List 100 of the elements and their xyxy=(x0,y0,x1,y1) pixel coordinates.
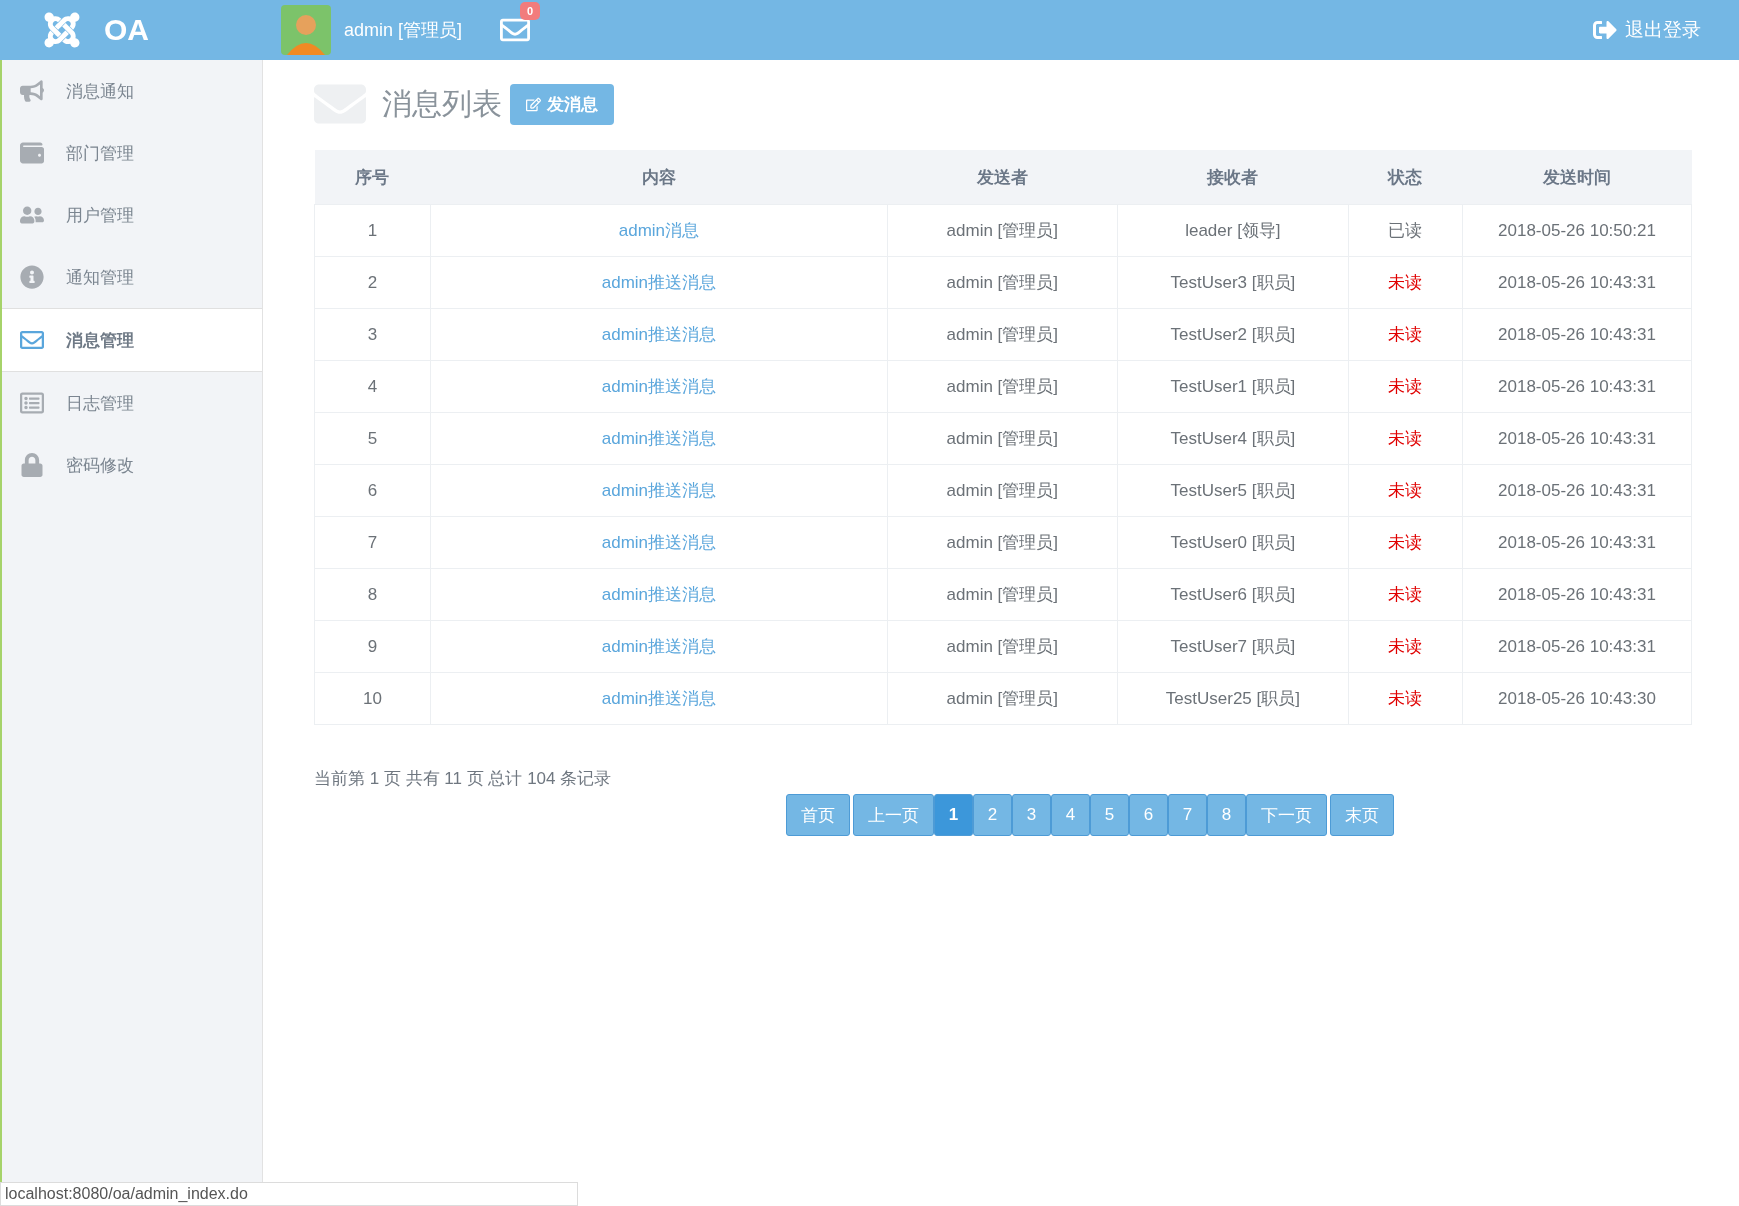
sidebar-item[interactable]: 消息通知 xyxy=(2,60,262,122)
status-cell: 未读 xyxy=(1348,516,1463,569)
megaphone-icon xyxy=(20,79,44,103)
column-header: 发送者 xyxy=(887,150,1118,205)
table-cell: TestUser2 [职员] xyxy=(1117,308,1349,361)
table-cell: 2018-05-26 10:43:31 xyxy=(1462,464,1692,517)
page-number-button[interactable]: 8 xyxy=(1207,794,1246,836)
table-cell: leader [领导] xyxy=(1117,204,1349,257)
status-cell: 未读 xyxy=(1348,464,1463,517)
table-cell: admin [管理员] xyxy=(887,620,1118,673)
message-link[interactable]: admin推送消息 xyxy=(430,256,888,309)
message-link[interactable]: admin推送消息 xyxy=(430,308,888,361)
table-cell: 2018-05-26 10:43:31 xyxy=(1462,256,1692,309)
table-cell: admin [管理员] xyxy=(887,672,1118,725)
page-number-button[interactable]: 4 xyxy=(1051,794,1090,836)
status-cell: 未读 xyxy=(1348,412,1463,465)
message-link[interactable]: admin推送消息 xyxy=(430,360,888,413)
next-page-button[interactable]: 下一页 xyxy=(1246,794,1327,836)
message-link[interactable]: admin消息 xyxy=(430,204,888,257)
mail-count-badge: 0 xyxy=(520,2,541,20)
table-cell: TestUser7 [职员] xyxy=(1117,620,1349,673)
sidebar-item[interactable]: 日志管理 xyxy=(2,372,262,434)
page-number-button[interactable]: 7 xyxy=(1168,794,1207,836)
lock-icon xyxy=(20,453,44,477)
table-cell: admin [管理员] xyxy=(887,568,1118,621)
table-cell: admin [管理员] xyxy=(887,516,1118,569)
column-header: 发送时间 xyxy=(1462,150,1692,205)
status-cell: 未读 xyxy=(1348,568,1463,621)
message-link[interactable]: admin推送消息 xyxy=(430,412,888,465)
table-cell: 2018-05-26 10:43:30 xyxy=(1462,672,1692,725)
page-summary: 当前第 1 页 共有 11 页 总计 104 条记录 xyxy=(314,768,613,790)
message-link[interactable]: admin推送消息 xyxy=(430,620,888,673)
app-logo-text: OA xyxy=(104,13,149,47)
wallet-icon xyxy=(20,141,44,165)
message-link[interactable]: admin推送消息 xyxy=(430,516,888,569)
page-number-button[interactable]: 3 xyxy=(1012,794,1051,836)
table-cell: 2018-05-26 10:43:31 xyxy=(1462,516,1692,569)
table-cell: 6 xyxy=(314,464,431,517)
status-url: localhost:8080/oa/admin_index.do xyxy=(0,1182,578,1206)
status-cell: 未读 xyxy=(1348,620,1463,673)
info-icon xyxy=(20,265,44,289)
table-cell: TestUser4 [职员] xyxy=(1117,412,1349,465)
table-cell: admin [管理员] xyxy=(887,360,1118,413)
page-number-button[interactable]: 6 xyxy=(1129,794,1168,836)
table-cell: TestUser5 [职员] xyxy=(1117,464,1349,517)
table-cell: admin [管理员] xyxy=(887,256,1118,309)
first-page-button[interactable]: 首页 xyxy=(786,794,850,836)
table-cell: TestUser0 [职员] xyxy=(1117,516,1349,569)
column-header: 内容 xyxy=(430,150,888,205)
sidebar-item[interactable]: 用户管理 xyxy=(2,184,262,246)
table-cell: admin [管理员] xyxy=(887,308,1118,361)
message-link[interactable]: admin推送消息 xyxy=(430,568,888,621)
table-cell: 3 xyxy=(314,308,431,361)
page-number-button[interactable]: 2 xyxy=(973,794,1012,836)
table-cell: 1 xyxy=(314,204,431,257)
user-name: admin [管理员] xyxy=(344,19,463,42)
logo-icon xyxy=(42,10,82,50)
table-cell: admin [管理员] xyxy=(887,412,1118,465)
sidebar-item[interactable]: 消息管理 xyxy=(2,308,262,372)
table-cell: 2018-05-26 10:43:31 xyxy=(1462,620,1692,673)
status-cell: 未读 xyxy=(1348,308,1463,361)
status-cell: 已读 xyxy=(1348,204,1463,257)
edit-icon xyxy=(526,96,541,112)
status-cell: 未读 xyxy=(1348,256,1463,309)
page-title: 消息列表 xyxy=(382,85,502,122)
table-cell: 2 xyxy=(314,256,431,309)
table-cell: 7 xyxy=(314,516,431,569)
new-message-button[interactable]: 发消息 xyxy=(510,83,614,125)
logout-icon xyxy=(1593,18,1617,42)
sidebar-item[interactable]: 通知管理 xyxy=(2,246,262,308)
last-page-button[interactable]: 末页 xyxy=(1330,794,1394,836)
table-cell: admin [管理员] xyxy=(887,204,1118,257)
status-cell: 未读 xyxy=(1348,360,1463,413)
envelope-icon xyxy=(20,328,44,352)
table-cell: 4 xyxy=(314,360,431,413)
status-cell: 未读 xyxy=(1348,672,1463,725)
page-number-button[interactable]: 1 xyxy=(934,794,973,836)
sidebar-item[interactable]: 部门管理 xyxy=(2,122,262,184)
table-cell: 2018-05-26 10:43:31 xyxy=(1462,412,1692,465)
page-number-button[interactable]: 5 xyxy=(1090,794,1129,836)
table-cell: TestUser25 [职员] xyxy=(1117,672,1349,725)
avatar xyxy=(281,5,331,55)
table-cell: admin [管理员] xyxy=(887,464,1118,517)
table-cell: 9 xyxy=(314,620,431,673)
table-cell: TestUser3 [职员] xyxy=(1117,256,1349,309)
table-cell: TestUser6 [职员] xyxy=(1117,568,1349,621)
table-cell: 8 xyxy=(314,568,431,621)
column-header: 接收者 xyxy=(1117,150,1349,205)
logout-link[interactable]: 退出登录 xyxy=(1593,17,1701,43)
table-cell: 5 xyxy=(314,412,431,465)
table-cell: TestUser1 [职员] xyxy=(1117,360,1349,413)
column-header: 状态 xyxy=(1348,150,1463,205)
table-cell: 2018-05-26 10:43:31 xyxy=(1462,360,1692,413)
list-icon xyxy=(20,391,44,415)
prev-page-button[interactable]: 上一页 xyxy=(853,794,934,836)
table-cell: 2018-05-26 10:43:31 xyxy=(1462,568,1692,621)
column-header: 序号 xyxy=(314,150,431,205)
message-link[interactable]: admin推送消息 xyxy=(430,672,888,725)
message-link[interactable]: admin推送消息 xyxy=(430,464,888,517)
sidebar-item[interactable]: 密码修改 xyxy=(2,434,262,496)
